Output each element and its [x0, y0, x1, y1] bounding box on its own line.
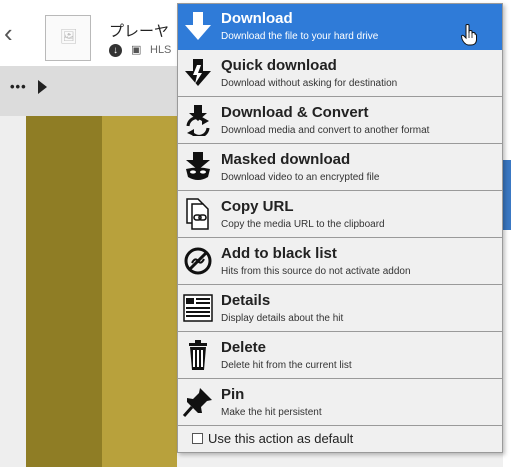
menu-item-label: Download — [221, 10, 293, 27]
details-icon — [183, 294, 213, 322]
background-right-edge — [503, 66, 511, 467]
folder-icon: ▣ — [131, 44, 142, 56]
back-chevron-icon[interactable]: ‹ — [4, 18, 13, 49]
background-khaki-panel-dark — [26, 116, 102, 467]
menu-item-label: Quick download — [221, 57, 337, 74]
menu-item-masked-download[interactable]: Masked download Download video to an enc… — [178, 145, 502, 191]
menu-item-label: Copy URL — [221, 198, 294, 215]
menu-item-label: Pin — [221, 386, 245, 403]
blacklist-icon — [184, 247, 212, 275]
expand-arrow-icon[interactable] — [38, 80, 47, 94]
convert-icon — [186, 105, 210, 136]
menu-item-copy-url[interactable]: Copy URL Copy the media URL to the clipb… — [178, 192, 502, 238]
menu-item-delete[interactable]: Delete Delete hit from the current list — [178, 333, 502, 379]
default-action-row[interactable]: Use this action as default — [178, 427, 502, 452]
image-placeholder-icon: 🖼 — [60, 28, 78, 44]
menu-item-description: Copy the media URL to the clipboard — [221, 219, 385, 230]
menu-item-quick-download[interactable]: Quick download Download without asking f… — [178, 51, 502, 97]
menu-item-description: Download the file to your hard drive — [221, 31, 379, 42]
menu-item-label: Delete — [221, 339, 267, 356]
hand-cursor-icon — [461, 24, 477, 46]
default-action-label: Use this action as default — [208, 431, 354, 446]
default-action-checkbox[interactable] — [192, 433, 203, 444]
menu-item-label: Masked download — [221, 151, 351, 168]
action-menu: Download Download the file to your hard … — [177, 3, 503, 453]
hit-thumbnail: 🖼 — [45, 15, 91, 61]
hit-type-label: HLS — [150, 44, 172, 56]
menu-item-description: Download media and convert to another fo… — [221, 125, 430, 136]
menu-item-pin[interactable]: Pin Make the hit persistent — [178, 380, 502, 426]
download-arrow-icon — [185, 12, 211, 40]
menu-item-description: Make the hit persistent — [221, 407, 322, 418]
trash-icon — [189, 340, 207, 370]
menu-item-download-convert[interactable]: Download & Convert Download media and co… — [178, 98, 502, 144]
background-right-accent — [503, 160, 511, 230]
menu-item-label: Details — [221, 292, 271, 309]
background-left-panel — [0, 116, 26, 467]
menu-item-description: Download without asking for destination — [221, 78, 398, 89]
menu-item-description: Download video to an encrypted file — [221, 172, 380, 183]
copy-link-icon — [186, 198, 209, 230]
menu-item-description: Display details about the hit — [221, 313, 344, 324]
menu-item-details[interactable]: Details Display details about the hit — [178, 286, 502, 332]
mask-icon — [186, 152, 210, 180]
menu-item-label: Add to black list — [221, 245, 337, 262]
menu-item-description: Hits from this source do not activate ad… — [221, 266, 411, 277]
menu-item-label: Download & Convert — [221, 104, 369, 121]
background-khaki-panel-light — [102, 116, 177, 467]
download-circle-icon: ↓ — [109, 44, 122, 57]
menu-item-add-to-blacklist[interactable]: Add to black list Hits from this source … — [178, 239, 502, 285]
more-actions-icon[interactable]: ••• — [10, 79, 27, 94]
hit-title: プレーヤ — [109, 23, 170, 40]
menu-item-description: Delete hit from the current list — [221, 360, 352, 371]
pin-icon — [182, 388, 212, 417]
quick-download-icon — [185, 59, 211, 86]
menu-item-download[interactable]: Download Download the file to your hard … — [178, 4, 502, 50]
